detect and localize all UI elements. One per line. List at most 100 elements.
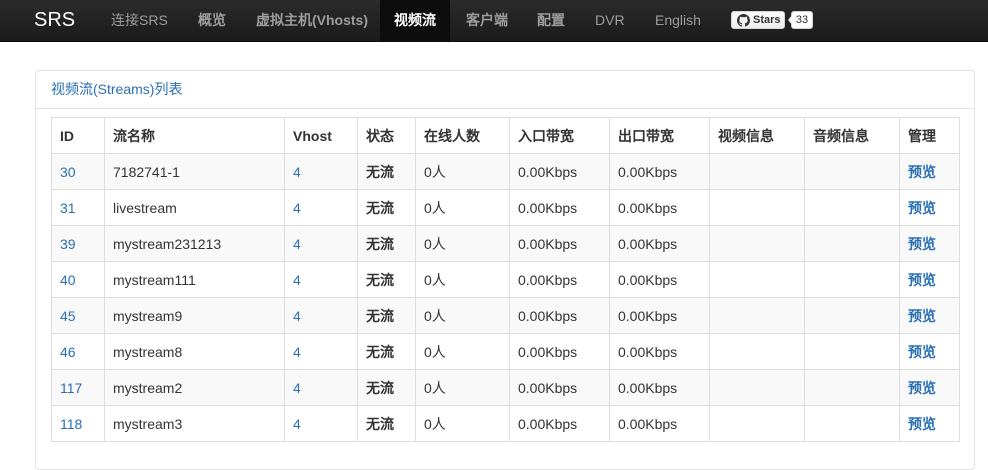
column-header-status[interactable]: 状态 bbox=[357, 117, 416, 154]
stream-name: livestream bbox=[104, 189, 285, 226]
out-bandwidth: 0.00Kbps bbox=[609, 405, 710, 442]
column-header-name[interactable]: 流名称 bbox=[104, 117, 285, 154]
out-bandwidth: 0.00Kbps bbox=[609, 189, 710, 226]
nav-item-config[interactable]: 配置 bbox=[537, 0, 565, 41]
stream-status: 无流 bbox=[357, 369, 416, 406]
video-info bbox=[709, 189, 805, 226]
online-clients: 0人 bbox=[415, 369, 510, 406]
stream-id-link[interactable]: 45 bbox=[51, 297, 105, 334]
brand-logo[interactable]: SRS bbox=[34, 0, 75, 41]
stream-name: mystream3 bbox=[104, 405, 285, 442]
audio-info bbox=[804, 189, 900, 226]
nav-item-connect[interactable]: 连接SRS bbox=[111, 0, 168, 41]
in-bandwidth: 0.00Kbps bbox=[509, 261, 610, 298]
vhost-link[interactable]: 4 bbox=[284, 225, 358, 262]
in-bandwidth: 0.00Kbps bbox=[509, 297, 610, 334]
in-bandwidth: 0.00Kbps bbox=[509, 153, 610, 190]
online-clients: 0人 bbox=[415, 333, 510, 370]
video-info bbox=[709, 261, 805, 298]
table-row: 118 mystream3 4 无流 0人 0.00Kbps 0.00Kbps … bbox=[51, 405, 960, 442]
column-header-in-bandwidth[interactable]: 入口带宽 bbox=[509, 117, 610, 154]
video-info bbox=[709, 297, 805, 334]
stream-status: 无流 bbox=[357, 189, 416, 226]
preview-link[interactable]: 预览 bbox=[899, 225, 960, 262]
panel-title: 视频流(Streams)列表 bbox=[51, 81, 183, 97]
nav-item-dvr[interactable]: DVR bbox=[595, 0, 625, 41]
stream-status: 无流 bbox=[357, 405, 416, 442]
in-bandwidth: 0.00Kbps bbox=[509, 333, 610, 370]
panel-header: 视频流(Streams)列表 bbox=[36, 71, 974, 109]
stream-status: 无流 bbox=[357, 225, 416, 262]
preview-link[interactable]: 预览 bbox=[899, 297, 960, 334]
table-row: 117 mystream2 4 无流 0人 0.00Kbps 0.00Kbps … bbox=[51, 369, 960, 406]
out-bandwidth: 0.00Kbps bbox=[609, 225, 710, 262]
preview-link[interactable]: 预览 bbox=[899, 153, 960, 190]
stream-status: 无流 bbox=[357, 333, 416, 370]
stream-status: 无流 bbox=[357, 297, 416, 334]
top-navbar: SRS 连接SRS 概览 虚拟主机(Vhosts) 视频流 客户端 配置 DVR… bbox=[0, 0, 988, 42]
stream-id-link[interactable]: 46 bbox=[51, 333, 105, 370]
online-clients: 0人 bbox=[415, 153, 510, 190]
out-bandwidth: 0.00Kbps bbox=[609, 333, 710, 370]
stream-id-link[interactable]: 117 bbox=[51, 369, 105, 406]
audio-info bbox=[804, 333, 900, 370]
online-clients: 0人 bbox=[415, 297, 510, 334]
online-clients: 0人 bbox=[415, 225, 510, 262]
column-header-audio-info[interactable]: 音频信息 bbox=[804, 117, 900, 154]
preview-link[interactable]: 预览 bbox=[899, 333, 960, 370]
out-bandwidth: 0.00Kbps bbox=[609, 261, 710, 298]
stream-name: mystream111 bbox=[104, 261, 285, 298]
vhost-link[interactable]: 4 bbox=[284, 189, 358, 226]
nav-item-overview[interactable]: 概览 bbox=[198, 0, 226, 41]
github-stars-label: Stars bbox=[753, 14, 781, 26]
column-header-id[interactable]: ID bbox=[51, 117, 105, 154]
vhost-link[interactable]: 4 bbox=[284, 369, 358, 406]
column-header-clients[interactable]: 在线人数 bbox=[415, 117, 510, 154]
preview-link[interactable]: 预览 bbox=[899, 189, 960, 226]
table-row: 31 livestream 4 无流 0人 0.00Kbps 0.00Kbps … bbox=[51, 189, 960, 226]
table-row: 39 mystream231213 4 无流 0人 0.00Kbps 0.00K… bbox=[51, 225, 960, 262]
vhost-link[interactable]: 4 bbox=[284, 297, 358, 334]
table-row: 40 mystream111 4 无流 0人 0.00Kbps 0.00Kbps… bbox=[51, 261, 960, 298]
video-info bbox=[709, 333, 805, 370]
stream-name: 7182741-1 bbox=[104, 153, 285, 190]
vhost-link[interactable]: 4 bbox=[284, 153, 358, 190]
table-row: 45 mystream9 4 无流 0人 0.00Kbps 0.00Kbps 预… bbox=[51, 297, 960, 334]
vhost-link[interactable]: 4 bbox=[284, 405, 358, 442]
stream-id-link[interactable]: 30 bbox=[51, 153, 105, 190]
stream-name: mystream231213 bbox=[104, 225, 285, 262]
audio-info bbox=[804, 297, 900, 334]
audio-info bbox=[804, 405, 900, 442]
online-clients: 0人 bbox=[415, 405, 510, 442]
column-header-vhost[interactable]: Vhost bbox=[284, 117, 358, 154]
video-info bbox=[709, 405, 805, 442]
github-icon bbox=[737, 14, 750, 27]
audio-info bbox=[804, 261, 900, 298]
table-row: 46 mystream8 4 无流 0人 0.00Kbps 0.00Kbps 预… bbox=[51, 333, 960, 370]
stream-id-link[interactable]: 39 bbox=[51, 225, 105, 262]
table-header-row: ID 流名称 Vhost 状态 在线人数 入口带宽 出口带宽 视频信息 音频信息… bbox=[51, 117, 960, 154]
vhost-link[interactable]: 4 bbox=[284, 333, 358, 370]
video-info bbox=[709, 225, 805, 262]
column-header-manage[interactable]: 管理 bbox=[899, 117, 960, 154]
nav-item-english[interactable]: English bbox=[655, 0, 701, 41]
github-stars-count[interactable]: 33 bbox=[788, 11, 813, 29]
vhost-link[interactable]: 4 bbox=[284, 261, 358, 298]
column-header-out-bandwidth[interactable]: 出口带宽 bbox=[609, 117, 710, 154]
preview-link[interactable]: 预览 bbox=[899, 369, 960, 406]
preview-link[interactable]: 预览 bbox=[899, 261, 960, 298]
github-stars-button[interactable]: Stars bbox=[731, 11, 785, 29]
nav-item-streams[interactable]: 视频流 bbox=[380, 0, 450, 41]
stream-id-link[interactable]: 118 bbox=[51, 405, 105, 442]
in-bandwidth: 0.00Kbps bbox=[509, 405, 610, 442]
nav-item-vhosts[interactable]: 虚拟主机(Vhosts) bbox=[256, 0, 368, 41]
nav-item-clients[interactable]: 客户端 bbox=[466, 0, 508, 41]
stream-id-link[interactable]: 31 bbox=[51, 189, 105, 226]
stream-id-link[interactable]: 40 bbox=[51, 261, 105, 298]
stream-status: 无流 bbox=[357, 261, 416, 298]
video-info bbox=[709, 153, 805, 190]
column-header-video-info[interactable]: 视频信息 bbox=[709, 117, 805, 154]
stream-name: mystream9 bbox=[104, 297, 285, 334]
audio-info bbox=[804, 225, 900, 262]
preview-link[interactable]: 预览 bbox=[899, 405, 960, 442]
